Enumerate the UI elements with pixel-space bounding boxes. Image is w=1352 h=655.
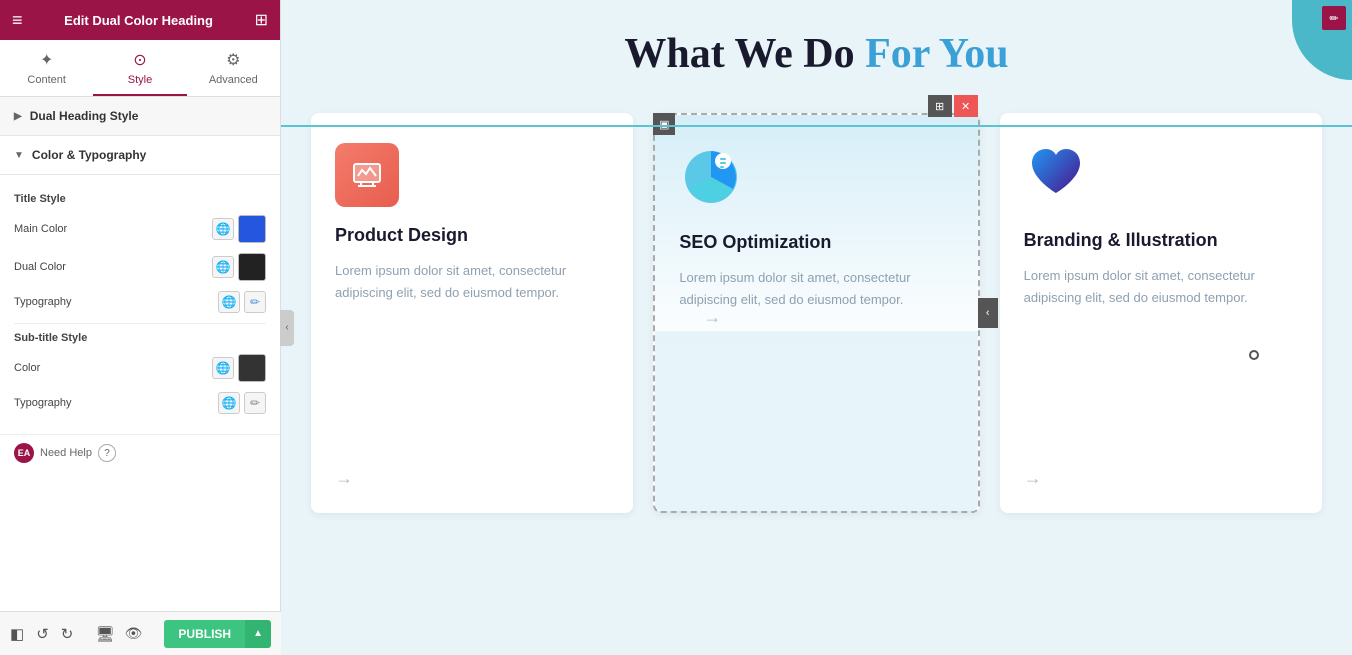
subtitle-typography-globe[interactable]: 🌐 bbox=[218, 392, 240, 414]
seo-ctrl-right[interactable]: ‹ bbox=[978, 298, 998, 328]
main-color-globe[interactable]: 🌐 bbox=[212, 218, 234, 240]
need-help-section[interactable]: EA Need Help ? bbox=[0, 434, 280, 471]
seo-card-controls: ⊞ ✕ bbox=[928, 95, 978, 117]
heading-area: What We Do For You bbox=[281, 0, 1352, 98]
main-color-row: Main Color 🌐 bbox=[14, 215, 266, 243]
brand-icon-wrap bbox=[1024, 143, 1298, 212]
title-typography-globe[interactable]: 🌐 bbox=[218, 291, 240, 313]
hamburger-icon[interactable]: ≡ bbox=[12, 10, 23, 31]
subtitle-color-globe[interactable]: 🌐 bbox=[212, 357, 234, 379]
branding-text: Lorem ipsum dolor sit amet, consectetur … bbox=[1024, 265, 1298, 309]
settings-icon[interactable]: ↻ bbox=[61, 625, 74, 643]
collapse-arrow-dual: ▶ bbox=[14, 111, 22, 122]
collapse-arrow-color: ▼ bbox=[14, 150, 24, 161]
color-typography-content: Title Style Main Color 🌐 Dual Color 🌐 bbox=[0, 175, 280, 434]
style-tab-label: Style bbox=[128, 74, 152, 86]
seo-title: SEO Optimization bbox=[679, 232, 953, 253]
title-typography-row: Typography 🌐 ✏ bbox=[14, 291, 266, 313]
eye-icon[interactable]: 👁 bbox=[125, 625, 143, 643]
panel-bottom-bar: ◧ ↺ ↻ 🖥 👁 PUBLISH ▲ bbox=[0, 611, 281, 655]
layers-icon[interactable]: ◧ bbox=[10, 625, 24, 643]
publish-dropdown-button[interactable]: ▲ bbox=[245, 620, 271, 648]
publish-button[interactable]: PUBLISH bbox=[164, 620, 245, 648]
dual-color-actions: 🌐 bbox=[212, 253, 266, 281]
panel-topbar: ≡ Edit Dual Color Heading ⊞ bbox=[0, 0, 280, 40]
dual-heading-style-label: Dual Heading Style bbox=[30, 109, 139, 123]
color-typography-header[interactable]: ▼ Color & Typography bbox=[0, 136, 280, 175]
branding-title: Branding & Illustration bbox=[1024, 230, 1298, 251]
title-style-heading: Title Style bbox=[14, 193, 266, 205]
dual-color-globe[interactable]: 🌐 bbox=[212, 256, 234, 278]
seo-icon-wrap bbox=[679, 145, 953, 214]
product-design-icon bbox=[335, 143, 399, 207]
main-content-area: ✏ What We Do For You bbox=[281, 0, 1352, 655]
title-typography-actions: 🌐 ✏ bbox=[218, 291, 266, 313]
heading-part2: For You bbox=[865, 31, 1009, 77]
need-help-label: Need Help bbox=[40, 447, 92, 459]
card-branding: Branding & Illustration Lorem ipsum dolo… bbox=[1000, 113, 1322, 513]
device-icons: 🖥 👁 bbox=[95, 625, 142, 643]
title-typography-pencil[interactable]: ✏ bbox=[244, 291, 266, 313]
subtitle-typography-row: Typography 🌐 ✏ bbox=[14, 392, 266, 414]
main-color-actions: 🌐 bbox=[212, 215, 266, 243]
product-design-arrow: → bbox=[335, 468, 353, 489]
product-design-text: Lorem ipsum dolor sit amet, consectetur … bbox=[335, 260, 609, 304]
heading-part1: What We Do bbox=[624, 31, 865, 77]
product-design-title: Product Design bbox=[335, 225, 609, 246]
main-color-swatch[interactable] bbox=[238, 215, 266, 243]
ea-badge: EA bbox=[14, 443, 34, 463]
subtitle-color-label: Color bbox=[14, 362, 40, 374]
main-heading: What We Do For You bbox=[301, 30, 1332, 78]
tab-content[interactable]: ✦ Content bbox=[0, 40, 93, 96]
subtitle-typography-label: Typography bbox=[14, 397, 71, 409]
main-color-label: Main Color bbox=[14, 223, 67, 235]
dual-color-row: Dual Color 🌐 bbox=[14, 253, 266, 281]
card-product-design: Product Design Lorem ipsum dolor sit ame… bbox=[311, 113, 633, 513]
product-icon-wrap bbox=[335, 143, 609, 207]
card-seo-optimization: ⊞ ✕ ▣ ‹ SEO Optimization bbox=[653, 113, 979, 513]
subtitle-style-heading: Sub-title Style bbox=[14, 332, 266, 344]
branding-icon bbox=[1024, 143, 1088, 207]
bottom-left-icons: ◧ ↺ ↻ bbox=[10, 625, 73, 643]
dual-heading-style-header[interactable]: ▶ Dual Heading Style bbox=[0, 97, 280, 136]
panel-title: Edit Dual Color Heading bbox=[23, 13, 255, 28]
left-panel: ≡ Edit Dual Color Heading ⊞ ✦ Content ⊙ … bbox=[0, 0, 281, 655]
edit-icon[interactable]: ✏ bbox=[1322, 6, 1346, 30]
panel-body: ▶ Dual Heading Style ▼ Color & Typograph… bbox=[0, 97, 280, 655]
content-tab-label: Content bbox=[27, 74, 66, 86]
style-tab-icon: ⊙ bbox=[133, 50, 146, 70]
tab-advanced[interactable]: ⚙ Advanced bbox=[187, 40, 280, 96]
subtitle-typography-actions: 🌐 ✏ bbox=[218, 392, 266, 414]
seo-text: Lorem ipsum dolor sit amet, consectetur … bbox=[679, 267, 953, 311]
subtitle-color-row: Color 🌐 bbox=[14, 354, 266, 382]
color-typography-label: Color & Typography bbox=[32, 148, 146, 162]
seo-ctrl-close[interactable]: ✕ bbox=[954, 95, 978, 117]
help-question-icon: ? bbox=[98, 444, 116, 462]
history-icon[interactable]: ↺ bbox=[36, 625, 49, 643]
advanced-tab-label: Advanced bbox=[209, 74, 258, 86]
grid-icon[interactable]: ⊞ bbox=[255, 10, 268, 30]
branding-arrow: → bbox=[1024, 468, 1042, 489]
panel-tabs: ✦ Content ⊙ Style ⚙ Advanced bbox=[0, 40, 280, 97]
divider-1 bbox=[14, 323, 266, 324]
advanced-tab-icon: ⚙ bbox=[226, 50, 240, 70]
subtitle-typography-pencil[interactable]: ✏ bbox=[244, 392, 266, 414]
subtitle-color-actions: 🌐 bbox=[212, 354, 266, 382]
seo-chart-icon bbox=[679, 145, 743, 209]
dual-color-label: Dual Color bbox=[14, 261, 66, 273]
top-blue-line bbox=[281, 125, 1352, 127]
content-tab-icon: ✦ bbox=[40, 50, 53, 70]
dual-color-swatch[interactable] bbox=[238, 253, 266, 281]
seo-arrow: → bbox=[703, 307, 977, 328]
title-typography-label: Typography bbox=[14, 296, 71, 308]
subtitle-color-swatch[interactable] bbox=[238, 354, 266, 382]
tab-style[interactable]: ⊙ Style bbox=[93, 40, 186, 96]
seo-ctrl-grid[interactable]: ⊞ bbox=[928, 95, 952, 117]
cards-area: Product Design Lorem ipsum dolor sit ame… bbox=[281, 113, 1352, 513]
desktop-icon[interactable]: 🖥 bbox=[95, 625, 114, 643]
seo-ctrl-topleft[interactable]: ▣ bbox=[653, 113, 675, 135]
panel-collapse-button[interactable]: ‹ bbox=[280, 310, 294, 346]
seo-deco-bg bbox=[655, 331, 977, 511]
publish-group: PUBLISH ▲ bbox=[164, 620, 271, 648]
